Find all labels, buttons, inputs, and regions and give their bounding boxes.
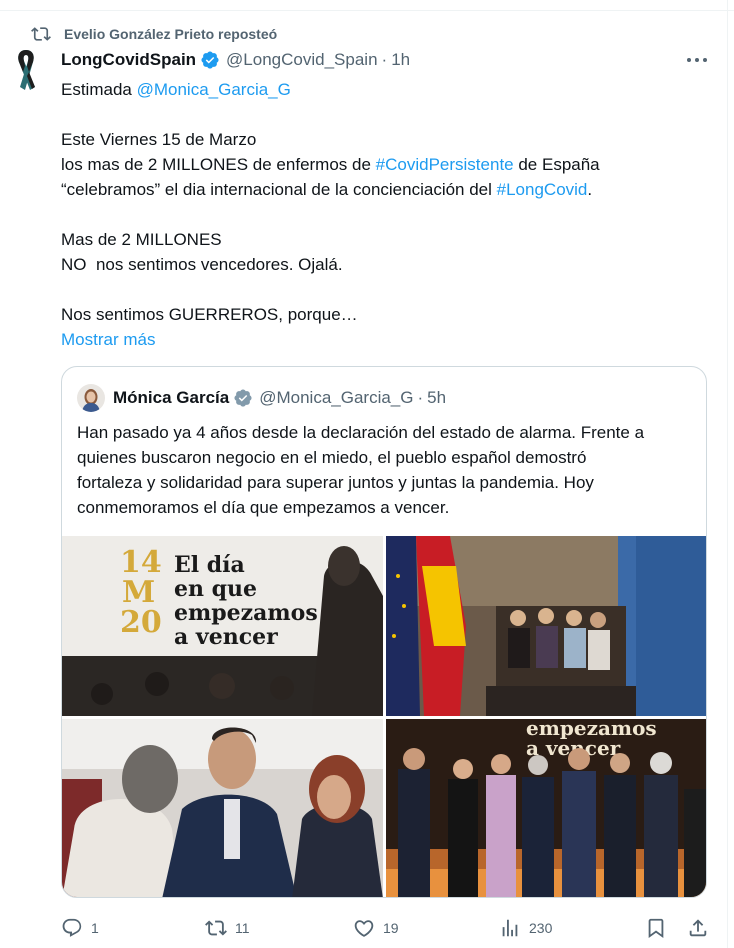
bookmark-icon [648,918,664,939]
like-count: 19 [383,920,399,936]
tweet-line-3: los mas de 2 MILLONES de enfermos de #Co… [61,152,701,177]
right-divider [727,0,728,948]
mention-link[interactable]: @Monica_Garcia_G [137,80,291,99]
text-span: Estimada [61,80,137,99]
tweet-line-6: NO nos sentimos vencedores. Ojalá. [61,255,343,274]
share-button[interactable] [687,913,709,943]
tweet-line-1: Estimada @Monica_Garcia_G [61,77,701,102]
quote-header: Mónica García @Monica_Garcia_G · 5h [77,383,446,413]
view-count: 230 [529,920,553,936]
photo-greeting[interactable] [62,719,383,898]
analytics-icon [502,919,518,937]
tweet-line-7: Nos sentimos GUERREROS, porque… [61,305,358,324]
author-handle[interactable]: @LongCovid_Spain [226,50,377,70]
text-span: de España [513,155,600,174]
heart-icon [354,920,374,937]
text-span: “celebramos” el dia internacional de la … [61,180,497,199]
reply-count: 1 [91,920,99,936]
tweet-actions: 1 11 19 230 [61,913,721,943]
quote-line: conmemoramos el día que empezamos a venc… [77,498,450,517]
quote-line: quienes buscaron negocio en el miedo, el… [77,448,587,467]
tweet-line-4: “celebramos” el dia internacional de la … [61,177,701,202]
show-more-link[interactable]: Mostrar más [61,327,701,352]
photo-event-banner[interactable]: 14 M 20 El día en que empezamos a vencer [62,536,383,716]
repost-icon [31,27,51,41]
banner-text-3: empezamos [174,600,318,626]
top-divider [0,10,734,11]
quote-author-name[interactable]: Mónica García [113,388,229,408]
tweet-header: LongCovidSpain @LongCovid_Spain · 1h [61,48,410,72]
quote-text: Han pasado ya 4 años desde la declaració… [77,420,697,520]
hashtag-link[interactable]: #CovidPersistente [376,155,514,174]
tweet-text: Estimada @Monica_Garcia_G Este Viernes 1… [61,77,701,352]
more-options-icon[interactable] [684,50,710,70]
quoted-tweet[interactable]: Mónica García @Monica_Garcia_G · 5h Han … [61,366,707,898]
banner-text-1: El día [174,552,245,578]
hashtag-link[interactable]: #LongCovid [497,180,588,199]
author-name[interactable]: LongCovidSpain [61,50,196,70]
dot-separator: · [417,388,424,407]
text-span: . [587,180,593,199]
like-button[interactable]: 19 [353,913,399,943]
repost-icon [205,920,227,936]
views-button[interactable]: 230 [499,913,552,943]
media-grid: 14 M 20 El día en que empezamos a vencer [62,536,707,898]
banner-number-20: 20 [120,605,162,640]
tweet-line-2: Este Viernes 15 de Marzo [61,130,257,149]
quote-author-handle: @Monica_Garcia_G [259,388,414,407]
tweet-time[interactable]: 1h [391,50,410,70]
repost-indicator[interactable]: Evelio González Prieto reposteó [30,24,277,44]
quote-author-avatar[interactable] [77,384,105,412]
banner-text-2: en que [174,576,257,602]
repost-count: 11 [235,920,250,936]
author-avatar[interactable] [10,46,42,100]
banner-text-4: a vencer [174,624,278,650]
quote-time: 5h [427,388,447,407]
reply-icon [62,918,82,937]
tweet-line-5: Mas de 2 MILLONES [61,230,222,249]
verified-badge-icon [234,389,252,407]
photo-group[interactable]: empezamos a vencer [386,719,707,898]
repost-button[interactable]: 11 [205,913,250,943]
verified-badge-icon [201,51,219,69]
bookmark-button[interactable] [645,913,667,943]
quote-line: fortaleza y solidaridad para superar jun… [77,473,594,492]
repost-label: Evelio González Prieto reposteó [64,26,278,42]
share-icon [689,919,707,937]
dot-separator: · [381,50,388,69]
reply-button[interactable]: 1 [61,913,99,943]
quote-line: Han pasado ya 4 años desde la declaració… [77,423,645,442]
text-span: los mas de 2 MILLONES de enfermos de [61,155,376,174]
photo-panel-flags[interactable] [386,536,707,716]
